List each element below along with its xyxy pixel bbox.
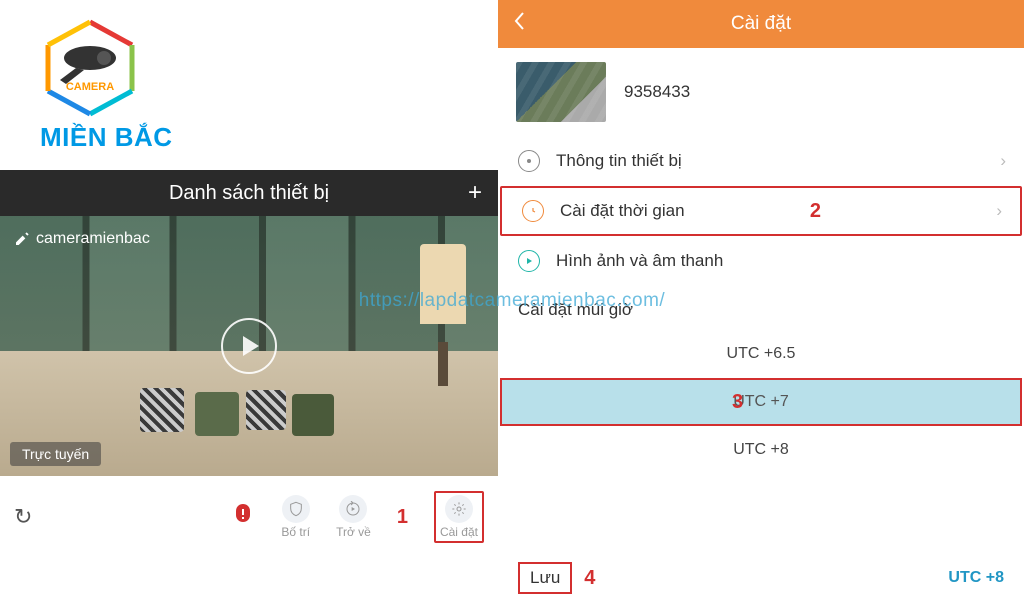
brand-name: MIỀN BẮC: [40, 122, 468, 153]
back-button[interactable]: [512, 11, 526, 37]
current-timezone: UTC +8: [948, 569, 1004, 587]
device-thumbnail: [516, 62, 606, 122]
annotation-1: 1: [397, 506, 408, 529]
hex-camera-logo: CAMERA: [40, 18, 140, 118]
chevron-right-icon: ›: [1000, 151, 1006, 171]
playback-button[interactable]: Trở về: [336, 495, 371, 539]
brand-logo-area: CAMERA MIỀN BẮC: [0, 0, 498, 170]
device-row[interactable]: 9358433: [498, 48, 1024, 136]
camera-name-label[interactable]: cameramienbac: [14, 230, 150, 248]
menu-time-settings[interactable]: Cài đặt thời gian 2 ›: [500, 186, 1022, 236]
annotation-4: 4: [584, 567, 595, 590]
add-device-button[interactable]: +: [468, 179, 482, 207]
settings-button[interactable]: Cài đặt: [440, 495, 478, 539]
alert-icon[interactable]: [231, 502, 255, 533]
online-status: Trực tuyến: [10, 442, 101, 466]
annotation-3: 3: [732, 391, 743, 414]
chevron-right-icon: ›: [996, 201, 1002, 221]
right-screen: Cài đặt 9358433 Thông tin thiết bị › Cài…: [498, 0, 1024, 600]
gear-icon: [445, 495, 473, 523]
device-list-header: Danh sách thiết bị +: [0, 170, 498, 216]
arrange-button[interactable]: Bố trí: [281, 495, 310, 539]
timezone-section-title: Cài đặt múi giờ: [498, 286, 1024, 330]
camera-preview[interactable]: cameramienbac Trực tuyến: [0, 216, 498, 476]
menu-media[interactable]: Hình ảnh và âm thanh: [498, 236, 1024, 286]
camera-toolbar: ↻ Bố trí Trở về 1: [0, 476, 498, 558]
bottom-bar: Lưu 4 UTC +8: [498, 562, 1024, 594]
tz-option-selected[interactable]: 3 UTC +7: [500, 378, 1022, 426]
timezone-picker[interactable]: UTC +6.5 3 UTC +7 UTC +8: [498, 330, 1024, 474]
tz-option[interactable]: UTC +6.5: [498, 330, 1024, 378]
svg-text:CAMERA: CAMERA: [66, 81, 114, 93]
save-button[interactable]: Lưu: [518, 562, 572, 594]
shield-icon: [282, 495, 310, 523]
device-id: 9358433: [624, 82, 690, 102]
edit-icon: [14, 231, 30, 247]
settings-header: Cài đặt: [498, 0, 1024, 48]
play-button[interactable]: [221, 318, 277, 374]
camera-small-icon: [518, 150, 540, 172]
settings-button-highlight: Cài đặt: [434, 491, 484, 543]
play-small-icon: [518, 250, 540, 272]
annotation-2: 2: [810, 200, 821, 223]
chevron-left-icon: [512, 11, 526, 31]
rewind-icon: [339, 495, 367, 523]
tz-option[interactable]: UTC +8: [498, 426, 1024, 474]
menu-device-info[interactable]: Thông tin thiết bị ›: [498, 136, 1024, 186]
settings-title: Cài đặt: [731, 13, 791, 35]
clock-icon: [522, 200, 544, 222]
refresh-button[interactable]: ↻: [14, 504, 32, 530]
device-list-title: Danh sách thiết bị: [169, 182, 329, 205]
left-screen: CAMERA MIỀN BẮC Danh sách thiết bị + cam…: [0, 0, 498, 600]
